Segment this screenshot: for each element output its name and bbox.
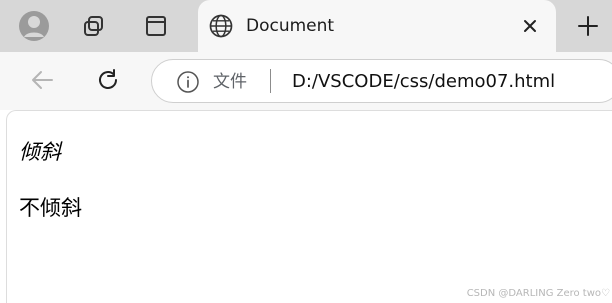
globe-icon — [209, 14, 233, 38]
page-content: 倾斜 不倾斜 — [6, 110, 612, 303]
browser-toolbar: 文件 D:/VSCODE/css/demo07.html — [0, 52, 612, 110]
tab-title: Document — [246, 16, 335, 36]
new-tab-button[interactable] — [570, 8, 606, 44]
back-arrow-icon — [32, 71, 53, 89]
profile-icon — [19, 11, 49, 41]
italic-text: 倾斜 — [19, 140, 61, 164]
address-bar[interactable]: 文件 D:/VSCODE/css/demo07.html — [151, 59, 612, 103]
close-tab-button[interactable] — [518, 14, 542, 38]
close-icon — [524, 20, 536, 32]
vertical-tabs-icon — [146, 16, 166, 36]
browser-window: Document 文件 D:/VSCODE/css/demo07.html 倾斜… — [0, 0, 612, 303]
vertical-tabs-button[interactable] — [138, 8, 174, 44]
profile-button[interactable] — [16, 8, 52, 44]
active-tab[interactable]: Document — [198, 0, 556, 52]
workspaces-icon — [84, 16, 103, 36]
watermark: CSDN @DARLING Zero two♡ — [466, 288, 610, 299]
tab-strip: Document — [0, 0, 612, 52]
refresh-button[interactable] — [90, 62, 126, 98]
back-button[interactable] — [24, 62, 60, 98]
plus-icon — [578, 16, 598, 36]
info-icon[interactable] — [176, 70, 200, 94]
refresh-icon — [99, 69, 117, 89]
url-text[interactable]: D:/VSCODE/css/demo07.html — [292, 70, 555, 94]
file-scheme-label: 文件 — [213, 72, 247, 92]
workspaces-button[interactable] — [76, 8, 112, 44]
address-divider — [270, 69, 271, 93]
normal-text: 不倾斜 — [19, 196, 82, 220]
